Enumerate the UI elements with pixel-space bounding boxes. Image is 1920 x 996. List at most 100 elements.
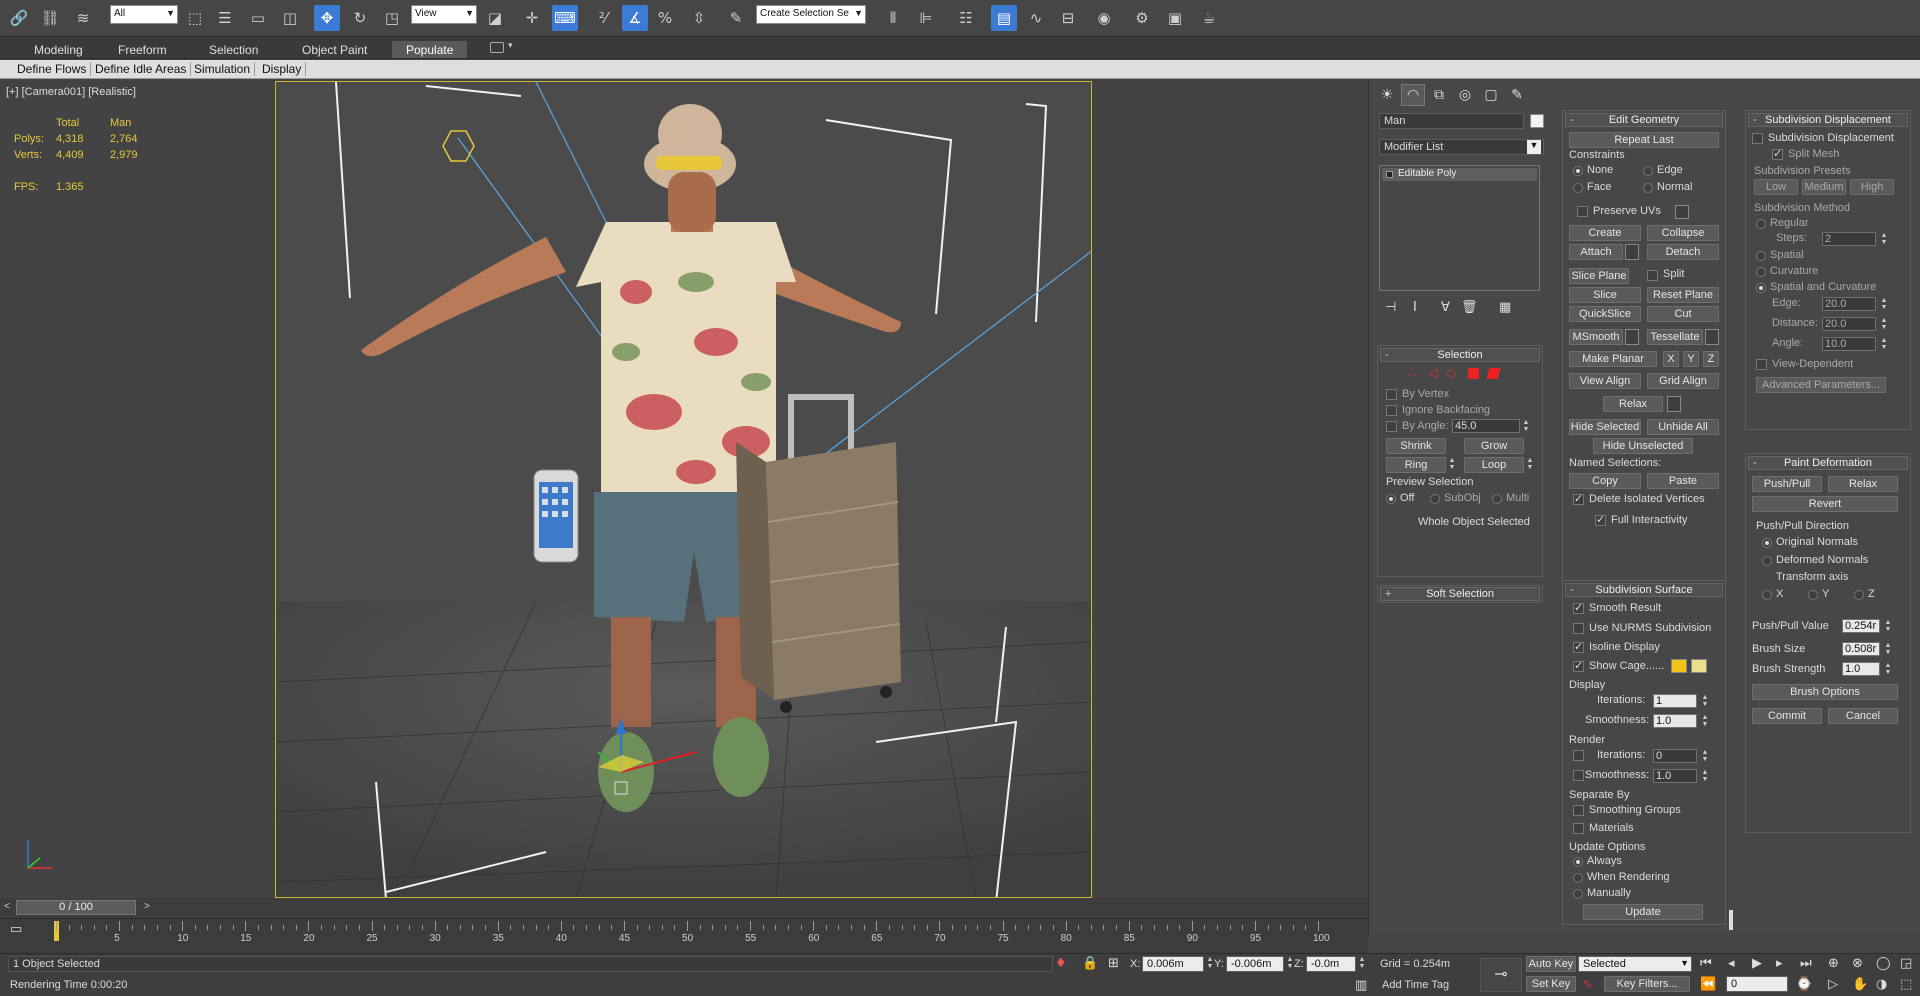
copy-button[interactable]: Copy [1569,473,1641,489]
vertex-mode-icon[interactable]: ∴ [1408,366,1416,381]
commit-button[interactable]: Commit [1752,708,1822,724]
update-always-radio[interactable] [1573,857,1583,867]
rotate-icon[interactable]: ↻ [347,5,373,31]
preset-low-button[interactable]: Low [1754,179,1798,195]
quickslice-button[interactable]: QuickSlice [1569,306,1641,322]
constraint-edge-radio[interactable] [1643,166,1653,176]
ring-spinner-icon[interactable]: ▲ ▼ [1448,457,1456,471]
subtab-simulation[interactable]: Simulation [190,62,256,76]
isolate-selection-icon[interactable]: ♦ [1055,956,1067,971]
next-frame-icon[interactable]: > [144,901,150,912]
spinner-arrows-icon[interactable]: ▲ ▼ [1286,956,1294,970]
distance-spinner[interactable]: 20.0 [1822,317,1876,331]
edge-mode-icon[interactable]: ◁ [1428,366,1438,381]
utilities-tab-icon[interactable]: ✎ [1505,84,1529,106]
constraint-none-radio[interactable] [1573,166,1583,176]
by-angle-spinner[interactable]: 45.0 [1452,419,1520,433]
view-dependent-checkbox[interactable] [1756,359,1767,370]
tab-freeform[interactable]: Freeform [104,41,181,58]
modifier-list-dropdown[interactable]: Modifier List ▼ [1379,139,1544,155]
paste-button[interactable]: Paste [1647,473,1719,489]
detach-button[interactable]: Detach [1647,244,1719,260]
remove-modifier-icon[interactable]: 🗑 [1461,300,1478,315]
auto-key-button[interactable]: Auto Key [1526,956,1576,972]
modify-tab-icon[interactable]: ◠ [1401,84,1425,106]
spinner-arrows-icon[interactable]: ▲ ▼ [1701,694,1709,708]
render-iterations-checkbox[interactable] [1573,750,1584,761]
view-align-button[interactable]: View Align [1569,373,1641,389]
render-iterations-spinner[interactable]: 0 [1653,749,1697,763]
collapse-button[interactable]: Collapse [1647,225,1719,241]
configure-sets-icon[interactable]: ▦ [1499,300,1511,315]
pin-stack-icon[interactable]: ⊣ [1385,300,1396,315]
grow-button[interactable]: Grow [1464,438,1524,454]
method-regular-radio[interactable] [1756,219,1766,229]
selection-filter-dropdown[interactable]: All ▼ [110,5,178,24]
unhide-all-button[interactable]: Unhide All [1647,419,1719,435]
chevron-down-icon[interactable]: ▾ [508,40,513,51]
pan-icon[interactable]: ✋ [1852,977,1868,992]
by-angle-checkbox[interactable] [1386,421,1397,432]
full-interactivity-checkbox[interactable] [1595,513,1606,526]
cut-button[interactable]: Cut [1647,306,1719,322]
material-editor-icon[interactable]: ◉ [1091,5,1117,31]
time-tag-icon[interactable]: ▥ [1355,978,1367,993]
repeat-last-button[interactable]: Repeat Last [1569,132,1719,148]
window-crossing-icon[interactable]: ◫ [277,5,303,31]
subtab-define-idle-areas[interactable]: Define Idle Areas [91,62,192,76]
revert-button[interactable]: Revert [1752,496,1898,512]
steps-spinner[interactable]: 2 [1822,232,1876,246]
tab-populate[interactable]: Populate [392,41,468,58]
axis-y-radio[interactable] [1808,590,1818,600]
next-frame-icon[interactable]: ▸ [1776,956,1783,971]
bind-spacewarp-icon[interactable]: ≋ [70,5,96,31]
tessellate-button[interactable]: Tessellate [1647,329,1703,345]
walk-through-icon[interactable]: ⬚ [1900,977,1912,992]
use-nurms-checkbox[interactable] [1573,623,1584,634]
rendered-frame-icon[interactable]: ▣ [1162,5,1188,31]
constraint-normal-radio[interactable] [1643,183,1653,193]
schematic-view-icon[interactable]: ⊟ [1055,5,1081,31]
spinner-arrows-icon[interactable]: ▲ ▼ [1880,337,1888,351]
planar-x-button[interactable]: X [1663,351,1679,367]
display-iterations-spinner[interactable]: 1 [1653,694,1697,708]
y-coord-field[interactable]: -0.006m [1226,956,1284,972]
display-smoothness-spinner[interactable]: 1.0 [1653,714,1697,728]
curve-editor-icon[interactable]: ∿ [1023,5,1049,31]
deformed-normals-radio[interactable] [1762,556,1772,566]
update-manually-radio[interactable] [1573,889,1583,899]
msmooth-settings-icon[interactable] [1625,329,1639,345]
spinner-arrows-icon[interactable]: ▲ ▼ [1884,619,1892,633]
method-spatial-curvature-radio[interactable] [1756,283,1766,293]
stack-item-editable-poly[interactable]: Editable Poly [1382,168,1537,181]
soft-selection-header[interactable]: + Soft Selection [1380,587,1540,601]
planar-z-button[interactable]: Z [1703,351,1719,367]
ref-coord-dropdown[interactable]: View ▼ [411,5,477,24]
axis-x-radio[interactable] [1762,590,1772,600]
brush-size-spinner[interactable]: 0.508r [1842,642,1880,656]
add-time-tag-button[interactable]: Add Time Tag [1382,979,1449,991]
stack-expand-icon[interactable] [1386,171,1393,178]
relax-settings-icon[interactable] [1667,396,1681,412]
render-icon[interactable]: ☕ [1196,5,1222,31]
preset-medium-button[interactable]: Medium [1802,179,1846,195]
spinner-arrows-icon[interactable]: ▲ ▼ [1880,232,1888,246]
spinner-arrows-icon[interactable]: ▲ ▼ [1522,419,1530,433]
ignore-backfacing-checkbox[interactable] [1386,405,1397,416]
time-config-icon[interactable]: ⌚ [1796,977,1812,992]
orbit-subobject-icon[interactable]: ◑ [1876,977,1887,992]
update-button[interactable]: Update [1583,904,1703,920]
keyboard-shortcut-override-icon[interactable]: ⌨ [552,5,578,31]
move-icon[interactable]: ✥ [314,5,340,31]
planar-y-button[interactable]: Y [1683,351,1699,367]
previous-frame-icon[interactable]: ◂ [1728,956,1735,971]
current-frame-field[interactable]: 0 [1726,976,1788,992]
key-mode-toggle-icon[interactable]: ⏪ [1700,977,1716,992]
tab-object-paint[interactable]: Object Paint [288,41,381,58]
select-by-name-icon[interactable]: ☰ [212,5,238,31]
snaps-toggle-icon[interactable]: ²⁄ [590,5,616,31]
render-setup-icon[interactable]: ⚙ [1129,5,1155,31]
subdivision-displacement-header[interactable]: - Subdivision Displacement [1748,113,1908,127]
constraint-face-radio[interactable] [1573,183,1583,193]
play-icon[interactable]: ▶ [1752,956,1762,971]
